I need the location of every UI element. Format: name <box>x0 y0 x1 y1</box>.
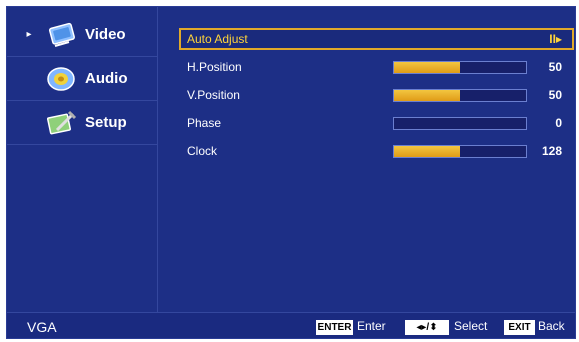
phase-slider[interactable] <box>393 116 527 130</box>
v-position-slider[interactable] <box>393 88 527 102</box>
v-position-slider-fill <box>394 89 460 101</box>
auto-adjust-label: Auto Adjust <box>187 32 248 46</box>
exit-key-label: Back <box>538 319 565 333</box>
phase-value: 0 <box>555 116 562 130</box>
screen: ▸ Video Audio Setup Auto Adjust II▸ H.Po… <box>0 0 579 342</box>
input-source-label: VGA <box>27 319 57 335</box>
sidebar-item-label: Audio <box>85 70 128 87</box>
h-position-row[interactable]: H.Position 50 <box>179 56 574 78</box>
exit-key-badge: EXIT <box>504 320 535 335</box>
clock-row[interactable]: Clock 128 <box>179 140 574 162</box>
h-position-slider-fill <box>394 61 460 73</box>
h-position-slider[interactable] <box>393 60 527 74</box>
sidebar-item-label: Setup <box>85 114 127 131</box>
phase-row[interactable]: Phase 0 <box>179 112 574 134</box>
clock-slider[interactable] <box>393 144 527 158</box>
video-icon <box>48 22 75 47</box>
sidebar: ▸ Video Audio Setup <box>7 7 158 312</box>
enter-key-label: Enter <box>357 319 386 333</box>
navigate-key-label: Select <box>454 319 488 333</box>
audio-icon <box>47 66 75 91</box>
phase-label: Phase <box>187 116 222 130</box>
clock-label: Clock <box>187 144 218 158</box>
enter-submenu-icon: II▸ <box>549 32 562 46</box>
clock-value: 128 <box>541 144 562 158</box>
v-position-value: 50 <box>548 88 562 102</box>
h-position-value: 50 <box>548 60 562 74</box>
sidebar-item-label: Video <box>85 26 126 43</box>
osd-menu: ▸ Video Audio Setup Auto Adjust II▸ H.Po… <box>6 6 576 339</box>
settings-panel: Auto Adjust II▸ H.Position 50 V.Position… <box>159 7 575 312</box>
enter-key-badge: ENTER <box>316 320 353 335</box>
sidebar-item-audio[interactable]: Audio <box>7 57 158 101</box>
selected-arrow-icon: ▸ <box>26 29 32 40</box>
footer-bar: VGA ENTER Enter ◂▸/⬍ Select EXIT Back <box>7 312 575 338</box>
navigate-key-badge: ◂▸/⬍ <box>405 320 449 335</box>
setup-icon <box>46 110 77 134</box>
auto-adjust-row[interactable]: Auto Adjust II▸ <box>179 28 574 50</box>
v-position-row[interactable]: V.Position 50 <box>179 84 574 106</box>
sidebar-item-video[interactable]: ▸ Video <box>7 13 158 57</box>
h-position-label: H.Position <box>187 60 242 74</box>
clock-slider-fill <box>394 145 460 157</box>
v-position-label: V.Position <box>187 88 240 102</box>
sidebar-item-setup[interactable]: Setup <box>7 101 158 145</box>
